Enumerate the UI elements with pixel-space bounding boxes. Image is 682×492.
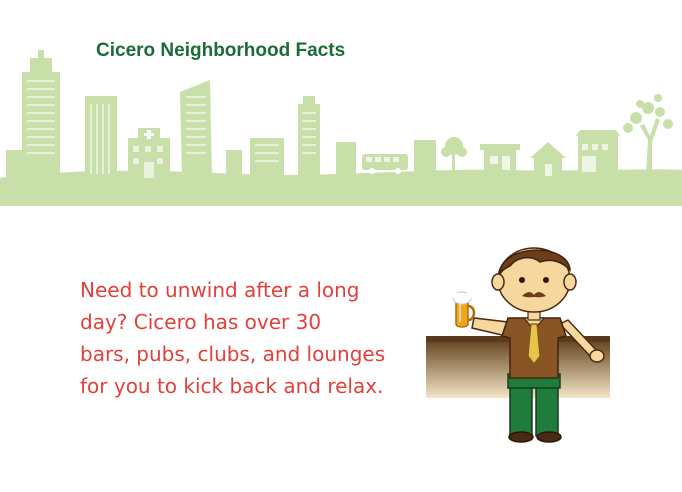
house-icon (530, 142, 566, 178)
office-building-icon (180, 80, 212, 178)
bus-icon (362, 154, 408, 174)
office-building-icon (22, 50, 60, 184)
page-title: Cicero Neighborhood Facts (96, 40, 346, 61)
fact-text: Need to unwind after a long day? Cicero … (80, 274, 410, 402)
office-building-icon (85, 96, 117, 182)
shop-icon (576, 130, 620, 178)
fact-line: for you to kick back and relax. (80, 374, 384, 398)
fact-line: day? Cicero has over 30 (80, 310, 322, 334)
office-building-icon (250, 138, 284, 178)
office-building-icon (298, 96, 320, 178)
city-skyline-illustration (0, 50, 682, 206)
beer-mug-icon (452, 291, 476, 328)
tree-icon (623, 94, 673, 176)
hospital-icon (128, 128, 170, 180)
bar-scene-illustration (426, 247, 610, 443)
shop-icon (480, 144, 520, 178)
fact-line: Need to unwind after a long (80, 278, 360, 302)
fact-line: bars, pubs, clubs, and lounges (80, 342, 386, 366)
